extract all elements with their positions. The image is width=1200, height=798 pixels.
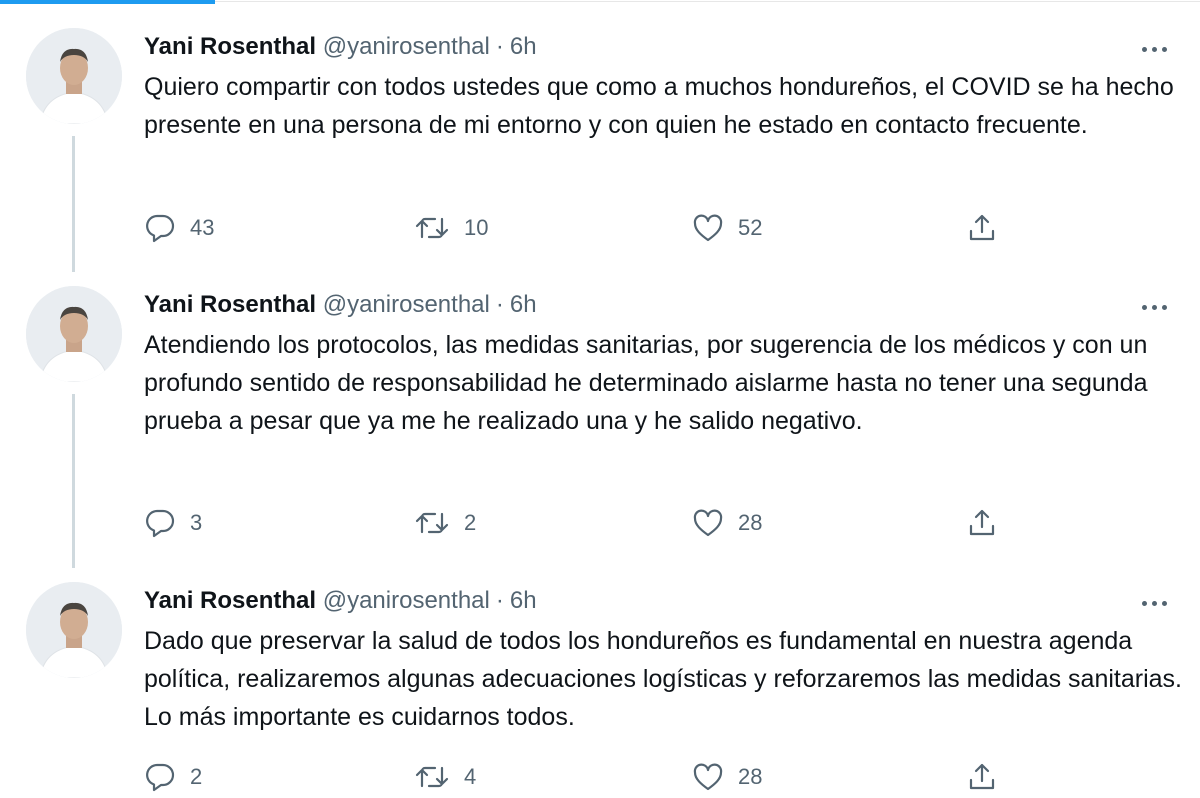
tweet-text: Dado que preservar la salud de todos los… [144,627,1183,731]
more-icon [1141,46,1147,52]
tweet-actions: 2 4 28 [144,760,1184,794]
retweet-icon [414,762,450,792]
more-options-button[interactable] [1134,42,1174,56]
more-options-button[interactable] [1134,300,1174,314]
tweet-text: Quiero compartir con todos ustedes que c… [144,73,1174,139]
like-button[interactable]: 52 [692,211,762,245]
tweet-actions: 3 2 28 [144,506,1184,540]
retweet-count: 2 [464,510,477,535]
reply-button[interactable]: 3 [144,506,202,540]
retweet-count: 4 [464,764,477,789]
share-icon [966,212,998,244]
retweet-count: 10 [464,215,489,240]
share-button[interactable] [966,211,998,245]
like-button[interactable]: 28 [692,506,762,540]
reply-icon [144,762,176,792]
thread-line [72,136,75,272]
timestamp[interactable]: 6h [510,587,537,614]
reply-button[interactable]: 43 [144,211,214,245]
avatar[interactable] [26,286,122,382]
display-name[interactable]: Yani Rosenthal [144,587,316,614]
share-button[interactable] [966,760,998,794]
heart-icon [692,508,724,538]
reply-icon [144,213,176,243]
retweet-icon [414,213,450,243]
tweet-text: Atendiendo los protocolos, las medidas s… [144,331,1148,435]
share-button[interactable] [966,506,998,540]
timestamp[interactable]: 6h [510,291,537,318]
separator-dot: · [495,291,504,318]
more-options-button[interactable] [1134,596,1174,610]
display-name[interactable]: Yani Rosenthal [144,291,316,318]
avatar[interactable] [26,582,122,678]
username-handle[interactable]: @yanirosenthal [323,587,490,614]
retweet-button[interactable]: 10 [414,211,488,245]
thread-line [72,394,75,568]
retweet-button[interactable]: 2 [414,506,476,540]
retweet-icon [414,508,450,538]
share-icon [966,507,998,539]
top-divider [215,1,1200,2]
username-handle[interactable]: @yanirosenthal [323,291,490,318]
like-count: 52 [738,215,763,240]
reply-icon [144,508,176,538]
tweet-header: Yani Rosenthal @yanirosenthal · 6h [144,32,537,62]
reply-button[interactable]: 2 [144,760,202,794]
share-icon [966,761,998,793]
like-button[interactable]: 28 [692,760,762,794]
heart-icon [692,213,724,243]
heart-icon [692,762,724,792]
tweet-actions: 43 10 52 [144,211,1184,245]
active-tab-indicator [0,0,215,4]
display-name[interactable]: Yani Rosenthal [144,33,316,60]
like-count: 28 [738,764,763,789]
more-icon [1141,600,1147,606]
avatar[interactable] [26,28,122,124]
retweet-button[interactable]: 4 [414,760,476,794]
reply-count: 3 [190,510,203,535]
timestamp[interactable]: 6h [510,33,537,60]
separator-dot: · [495,33,504,60]
reply-count: 43 [190,215,215,240]
like-count: 28 [738,510,763,535]
username-handle[interactable]: @yanirosenthal [323,33,490,60]
tweet-header: Yani Rosenthal @yanirosenthal · 6h [144,586,537,616]
tweet-header: Yani Rosenthal @yanirosenthal · 6h [144,290,537,320]
separator-dot: · [495,587,504,614]
more-icon [1141,304,1147,310]
reply-count: 2 [190,764,203,789]
